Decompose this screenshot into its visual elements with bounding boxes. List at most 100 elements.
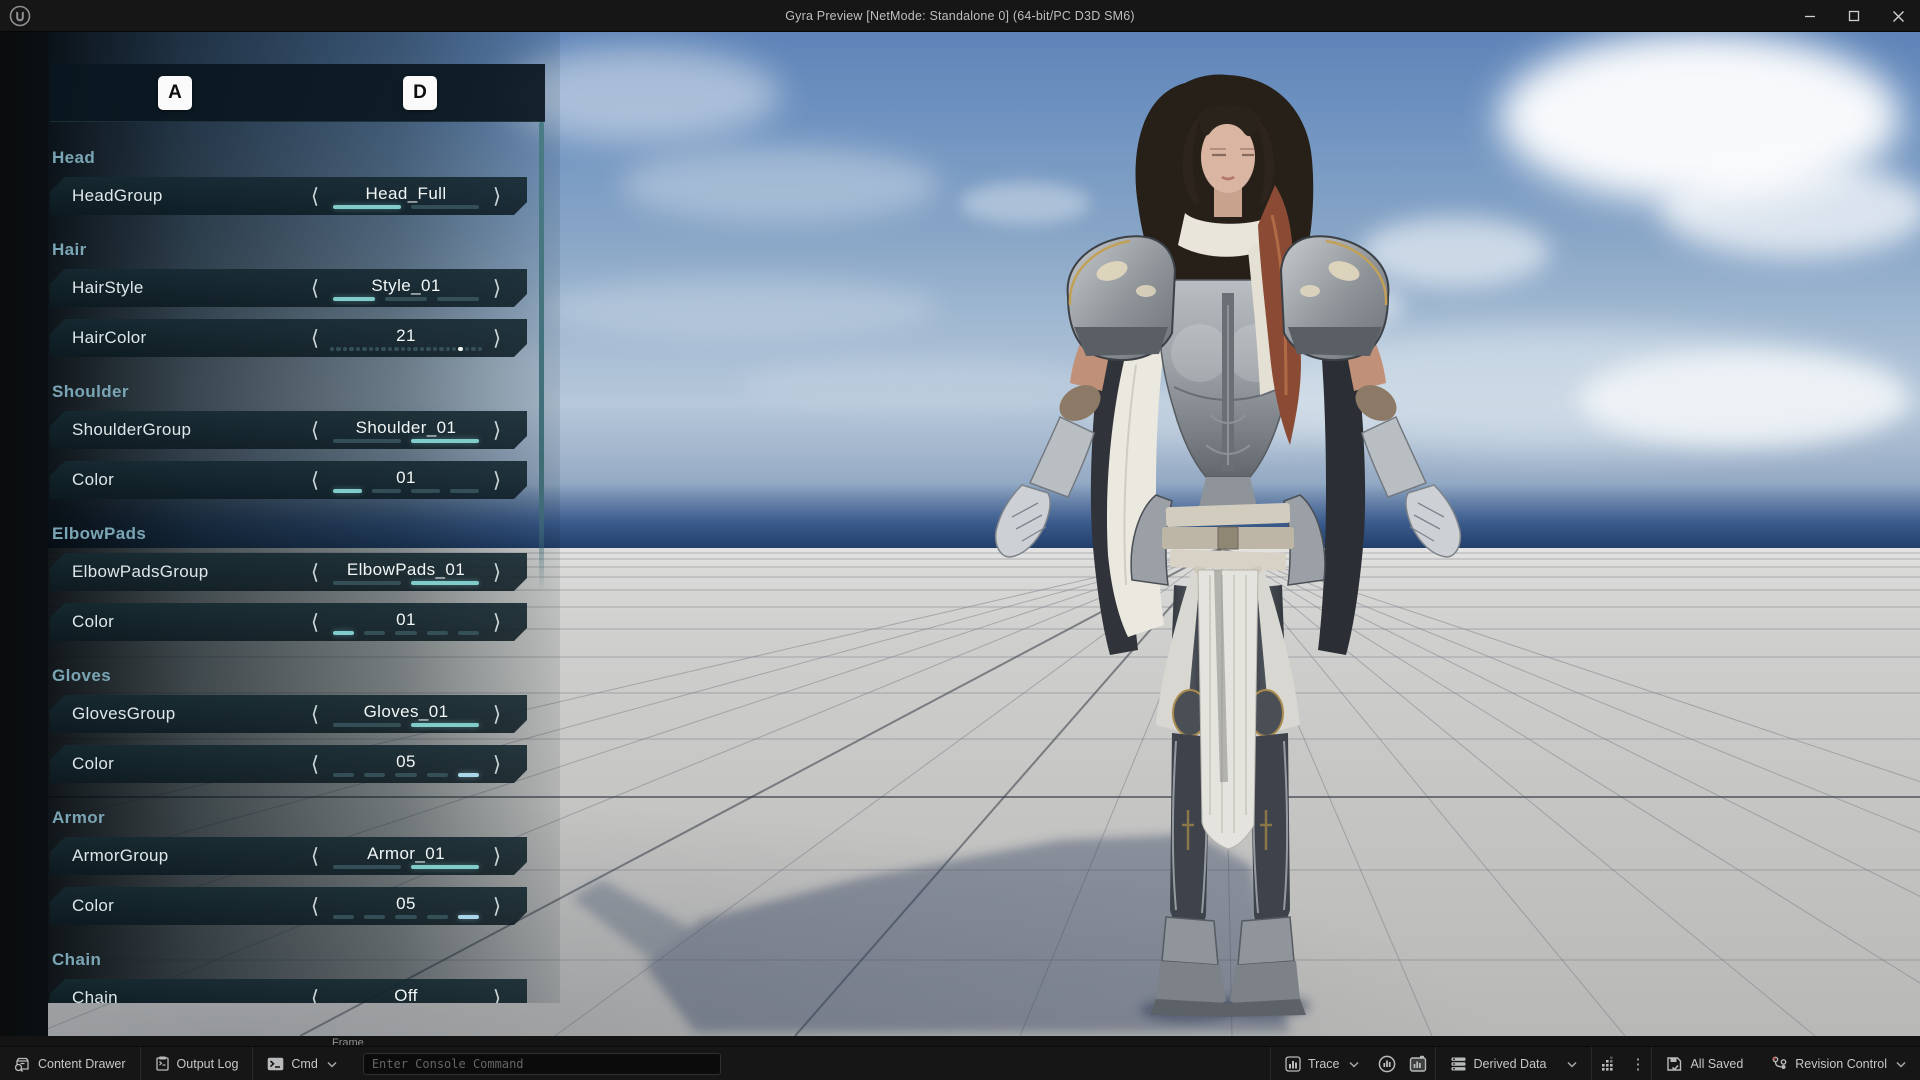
- close-button[interactable]: [1876, 0, 1920, 32]
- kebab-menu-button[interactable]: ⋮: [1624, 1047, 1651, 1080]
- option-value: Shoulder_01: [356, 418, 457, 437]
- section-chain: Chain Chain⟨Off⟩: [48, 947, 560, 1003]
- row-label: Color: [72, 754, 303, 774]
- next-option-arrow[interactable]: ⟩: [485, 754, 509, 775]
- maximize-button[interactable]: [1832, 0, 1876, 32]
- segment: [450, 489, 479, 493]
- option-row-color[interactable]: Color⟨05⟩: [50, 887, 527, 925]
- option-row-haircolor[interactable]: HairColor⟨ 21 ⟩: [50, 319, 527, 357]
- option-row-color[interactable]: Color⟨01⟩: [50, 603, 527, 641]
- cmd-label: Cmd: [291, 1057, 317, 1071]
- value-stepper: ⟨ 21 ⟩: [303, 326, 527, 351]
- next-option-arrow[interactable]: ⟩: [485, 896, 509, 917]
- value-column: Head_Full: [327, 184, 485, 209]
- next-option-arrow[interactable]: ⟩: [485, 420, 509, 441]
- value-stepper: ⟨Armor_01⟩: [303, 844, 527, 869]
- section-elbowpads: ElbowPadsElbowPadsGroup⟨ElbowPads_01⟩Col…: [48, 521, 560, 641]
- trace-icon: [1285, 1056, 1301, 1072]
- insights-session-button[interactable]: [1373, 1047, 1401, 1080]
- option-row-shouldergroup[interactable]: ShoulderGroup⟨Shoulder_01⟩: [50, 411, 527, 449]
- next-option-arrow[interactable]: ⟩: [485, 470, 509, 491]
- segment: [433, 347, 437, 351]
- segment: [426, 347, 430, 351]
- prev-option-arrow[interactable]: ⟨: [303, 896, 327, 917]
- value-column: 21: [327, 326, 485, 351]
- rotate-left-key-a[interactable]: A: [158, 76, 192, 110]
- next-option-arrow[interactable]: ⟩: [485, 328, 509, 349]
- row-label: GlovesGroup: [72, 704, 303, 724]
- minimize-button[interactable]: [1788, 0, 1832, 32]
- option-row-hairstyle[interactable]: HairStyle⟨Style_01⟩: [50, 269, 527, 307]
- value-stepper: ⟨01⟩: [303, 610, 527, 635]
- messages-button[interactable]: [1592, 1047, 1624, 1080]
- prev-option-arrow[interactable]: ⟨: [303, 278, 327, 299]
- option-value: 21: [396, 326, 416, 345]
- prev-option-arrow[interactable]: ⟨: [303, 186, 327, 207]
- derived-data-menu[interactable]: Derived Data: [1436, 1047, 1592, 1080]
- option-row-elbowpadsgroup[interactable]: ElbowPadsGroup⟨ElbowPads_01⟩: [50, 553, 527, 591]
- value-column: 01: [327, 610, 485, 635]
- row-label: HeadGroup: [72, 186, 303, 206]
- save-status-button[interactable]: All Saved: [1652, 1047, 1757, 1080]
- option-row-color[interactable]: Color⟨05⟩: [50, 745, 527, 783]
- output-log-label: Output Log: [177, 1057, 239, 1071]
- game-viewport[interactable]: A D HeadHeadGroup⟨Head_Full⟩HairHairStyl…: [0, 32, 1920, 1036]
- prev-option-arrow[interactable]: ⟨: [303, 612, 327, 633]
- section-label: Hair: [48, 237, 560, 263]
- derived-data-icon: [1450, 1056, 1467, 1072]
- prev-option-arrow[interactable]: ⟨: [303, 328, 327, 349]
- prev-option-arrow[interactable]: ⟨: [303, 562, 327, 583]
- chevron-down-icon: [327, 1057, 337, 1071]
- snapshot-profiler-button[interactable]: [1401, 1047, 1435, 1080]
- segment: [333, 915, 354, 919]
- content-drawer-button[interactable]: Content Drawer: [0, 1047, 140, 1080]
- viewport-bottom-strip: Frame: [0, 1036, 1920, 1046]
- section-label: Gloves: [48, 663, 560, 689]
- prev-option-arrow[interactable]: ⟨: [303, 988, 327, 1004]
- console-command-input[interactable]: [363, 1053, 721, 1075]
- rotate-right-key-d[interactable]: D: [403, 76, 437, 110]
- prev-option-arrow[interactable]: ⟨: [303, 846, 327, 867]
- value-stepper: ⟨Off⟩: [303, 986, 527, 1004]
- revision-control-menu[interactable]: Revision Control: [1757, 1047, 1920, 1080]
- option-index-indicator: [333, 723, 479, 727]
- trace-label: Trace: [1308, 1057, 1340, 1071]
- segment-active: [411, 439, 479, 443]
- section-label: Chain: [48, 947, 560, 973]
- derived-data-label: Derived Data: [1474, 1057, 1547, 1071]
- next-option-arrow[interactable]: ⟩: [485, 186, 509, 207]
- cmd-selector[interactable]: Cmd: [253, 1047, 350, 1080]
- option-row-glovesgroup[interactable]: GlovesGroup⟨Gloves_01⟩: [50, 695, 527, 733]
- next-option-arrow[interactable]: ⟩: [485, 846, 509, 867]
- next-option-arrow[interactable]: ⟩: [485, 562, 509, 583]
- option-row-color[interactable]: Color⟨01⟩: [50, 461, 527, 499]
- next-option-arrow[interactable]: ⟩: [485, 612, 509, 633]
- character-render: [960, 65, 1500, 1030]
- chevron-down-icon: [1896, 1057, 1906, 1071]
- segment: [330, 347, 334, 351]
- option-row-headgroup[interactable]: HeadGroup⟨Head_Full⟩: [50, 177, 527, 215]
- option-row-armorgroup[interactable]: ArmorGroup⟨Armor_01⟩: [50, 837, 527, 875]
- segment: [478, 347, 482, 351]
- prev-option-arrow[interactable]: ⟨: [303, 470, 327, 491]
- panel-scrollbar[interactable]: [539, 122, 544, 592]
- segment: [364, 631, 385, 635]
- next-option-arrow[interactable]: ⟩: [485, 988, 509, 1004]
- next-option-arrow[interactable]: ⟩: [485, 278, 509, 299]
- option-value: 05: [396, 894, 416, 913]
- window-title-bar: Gyra Preview [NetMode: Standalone 0] (64…: [0, 0, 1920, 32]
- segment: [458, 631, 479, 635]
- prev-option-arrow[interactable]: ⟨: [303, 420, 327, 441]
- option-row-chain[interactable]: Chain⟨Off⟩: [50, 979, 527, 1003]
- value-stepper: ⟨ElbowPads_01⟩: [303, 560, 527, 585]
- output-log-button[interactable]: Output Log: [141, 1047, 253, 1080]
- prev-option-arrow[interactable]: ⟨: [303, 754, 327, 775]
- row-label: Color: [72, 470, 303, 490]
- segment: [465, 347, 469, 351]
- profiler-circle-icon: [1378, 1055, 1396, 1073]
- prev-option-arrow[interactable]: ⟨: [303, 704, 327, 725]
- trace-menu[interactable]: Trace: [1271, 1047, 1373, 1080]
- segment-active: [333, 297, 375, 301]
- next-option-arrow[interactable]: ⟩: [485, 704, 509, 725]
- row-label: HairColor: [72, 328, 303, 348]
